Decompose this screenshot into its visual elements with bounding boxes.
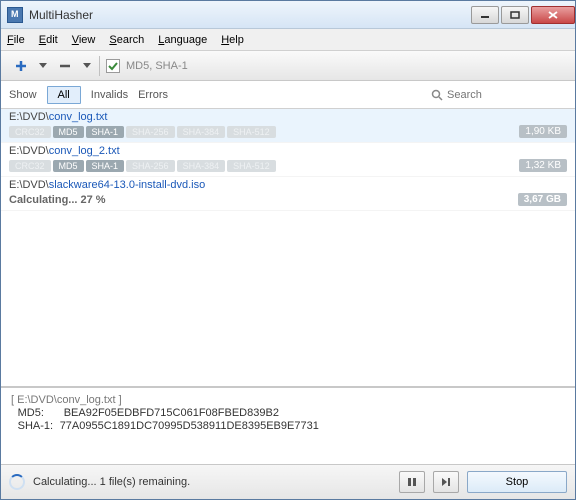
- add-button[interactable]: [7, 55, 35, 77]
- toolbar-separator: [99, 56, 100, 76]
- file-size: 1,90 KB: [519, 125, 567, 138]
- close-button[interactable]: [531, 6, 575, 24]
- search-input[interactable]: [447, 89, 567, 101]
- details-header: [ E:\DVD\conv_log.txt ]: [11, 394, 122, 406]
- spinner-icon: [9, 474, 25, 490]
- remove-dropdown[interactable]: [81, 55, 93, 77]
- stop-button[interactable]: Stop: [467, 471, 567, 493]
- statusbar: Calculating... 1 file(s) remaining. Stop: [1, 465, 575, 499]
- sha1-value: 77A0955C1891DC70995D538911DE8395EB9E7731: [60, 420, 319, 432]
- md5-value: BEA92F05EDBFD715C061F08FBED839B2: [64, 407, 279, 419]
- filter-errors[interactable]: Errors: [138, 89, 168, 101]
- add-dropdown[interactable]: [37, 55, 49, 77]
- app-icon: [7, 7, 23, 23]
- md5-label: MD5:: [18, 407, 44, 419]
- filter-all[interactable]: All: [47, 86, 81, 104]
- tag-sha512: SHA-512: [227, 126, 276, 138]
- menu-language[interactable]: Language: [158, 34, 207, 46]
- file-size: 3,67 GB: [518, 193, 567, 206]
- file-prefix: E:\DVD\: [9, 145, 49, 157]
- tag-crc32: CRC32: [9, 126, 51, 138]
- menubar: File Edit View Search Language Help: [1, 29, 575, 51]
- search-box: [431, 89, 567, 101]
- file-prefix: E:\DVD\: [9, 179, 49, 191]
- tag-md5: MD5: [53, 126, 84, 138]
- filter-invalids[interactable]: Invalids: [91, 89, 128, 101]
- algo-label: MD5, SHA-1: [126, 60, 188, 72]
- menu-edit[interactable]: Edit: [39, 34, 58, 46]
- tag-sha256: SHA-256: [126, 160, 175, 172]
- tag-sha512: SHA-512: [227, 160, 276, 172]
- window-title: MultiHasher: [29, 8, 469, 22]
- file-prefix: E:\DVD\: [9, 111, 49, 123]
- tag-md5: MD5: [53, 160, 84, 172]
- pause-button[interactable]: [399, 471, 425, 493]
- minimize-button[interactable]: [471, 6, 499, 24]
- sha1-label: SHA-1:: [18, 420, 53, 432]
- tag-sha256: SHA-256: [126, 126, 175, 138]
- toolbar: MD5, SHA-1: [1, 51, 575, 81]
- file-list: E:\DVD\conv_log.txt CRC32 MD5 SHA-1 SHA-…: [1, 109, 575, 387]
- file-size: 1,32 KB: [519, 159, 567, 172]
- details-pane: [ E:\DVD\conv_log.txt ] MD5: BEA92F05EDB…: [1, 387, 575, 465]
- algo-checkbox[interactable]: [106, 59, 120, 73]
- file-name[interactable]: conv_log.txt: [49, 111, 108, 123]
- maximize-button[interactable]: [501, 6, 529, 24]
- skip-button[interactable]: [433, 471, 459, 493]
- tag-sha384: SHA-384: [177, 160, 226, 172]
- file-row[interactable]: E:\DVD\conv_log.txt CRC32 MD5 SHA-1 SHA-…: [1, 109, 575, 143]
- status-text: Calculating... 1 file(s) remaining.: [33, 476, 391, 488]
- tag-sha1: SHA-1: [86, 160, 125, 172]
- menu-help[interactable]: Help: [221, 34, 244, 46]
- tag-sha1: SHA-1: [86, 126, 125, 138]
- search-icon: [431, 89, 443, 101]
- progress-text: Calculating... 27 %: [9, 194, 106, 206]
- titlebar: MultiHasher: [1, 1, 575, 29]
- menu-search[interactable]: Search: [109, 34, 144, 46]
- filterbar: Show All Invalids Errors: [1, 81, 575, 109]
- file-row[interactable]: E:\DVD\conv_log_2.txt CRC32 MD5 SHA-1 SH…: [1, 143, 575, 177]
- tag-sha384: SHA-384: [177, 126, 226, 138]
- file-row[interactable]: E:\DVD\slackware64-13.0-install-dvd.iso …: [1, 177, 575, 211]
- menu-view[interactable]: View: [72, 34, 96, 46]
- tag-crc32: CRC32: [9, 160, 51, 172]
- file-name[interactable]: slackware64-13.0-install-dvd.iso: [49, 179, 206, 191]
- show-label: Show: [9, 89, 37, 101]
- app-window: MultiHasher File Edit View Search Langua…: [0, 0, 576, 500]
- remove-button[interactable]: [51, 55, 79, 77]
- menu-file[interactable]: File: [7, 34, 25, 46]
- file-name[interactable]: conv_log_2.txt: [49, 145, 120, 157]
